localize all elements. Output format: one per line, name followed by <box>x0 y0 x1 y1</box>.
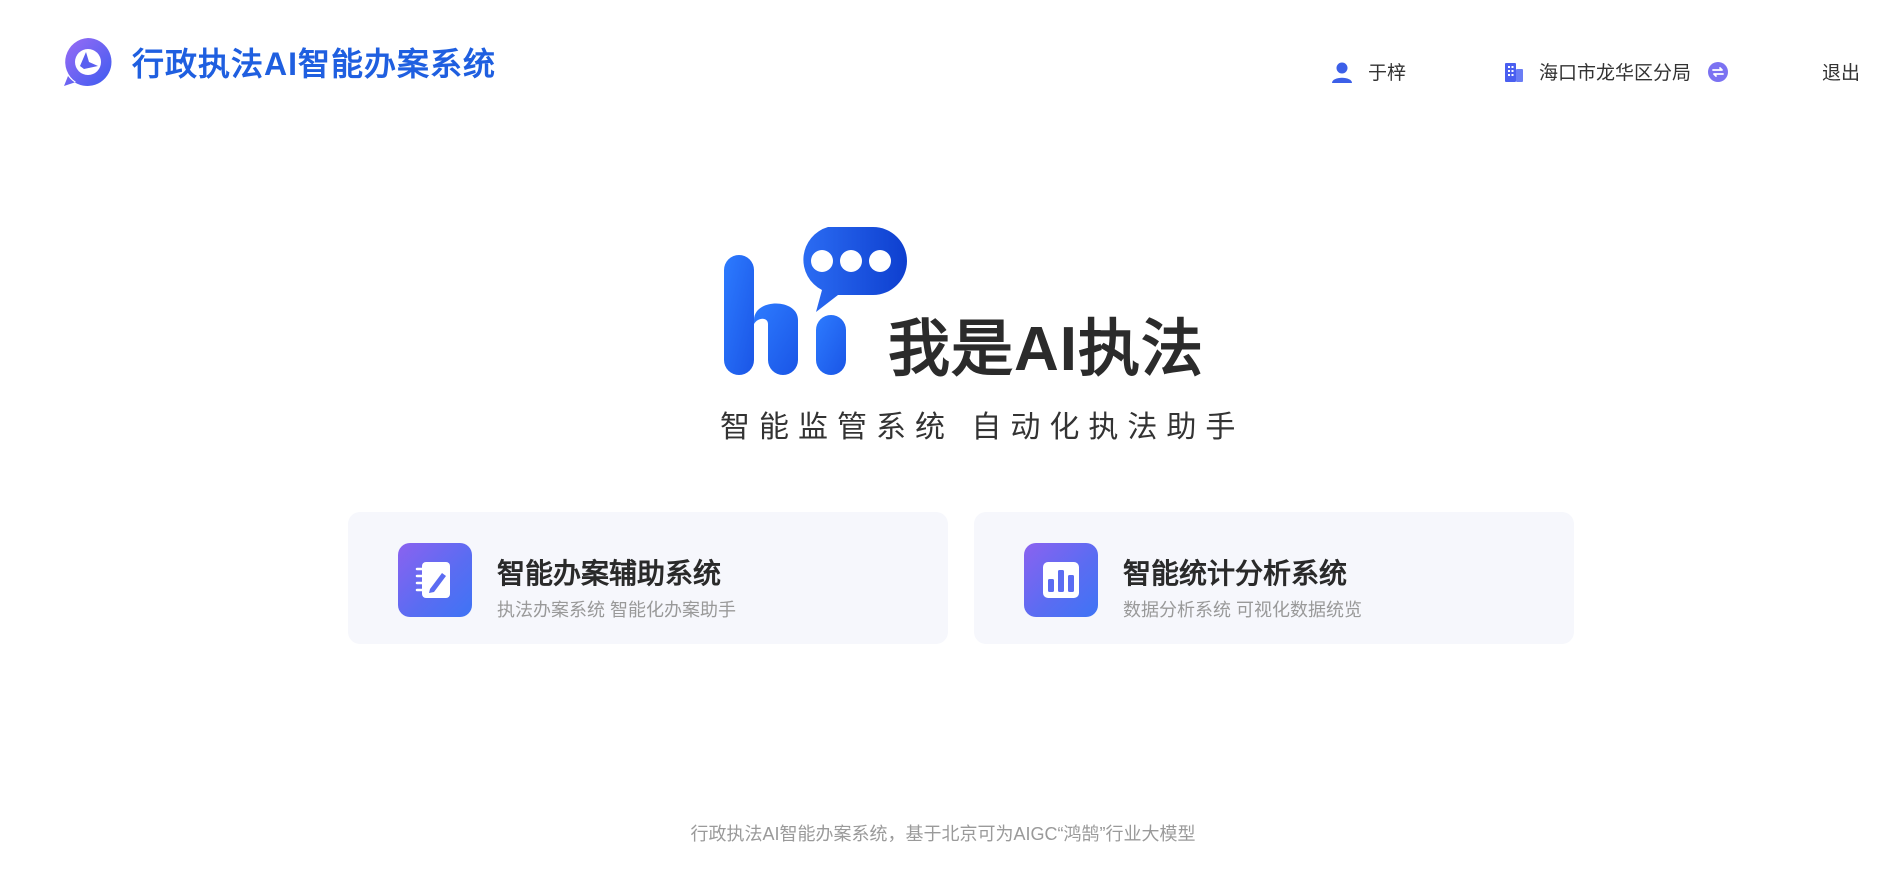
hi-chat-logo-icon <box>724 227 907 375</box>
card-description: 执法办案系统 智能化办案助手 <box>497 600 736 620</box>
hero-title: 我是AI执法 <box>888 315 1205 384</box>
card-title: 智能统计分析系统 <box>1123 558 1348 589</box>
switch-org-icon[interactable] <box>1707 61 1729 83</box>
user-info[interactable]: 于梓 <box>1330 58 1406 85</box>
card-title: 智能办案辅助系统 <box>497 558 722 589</box>
notebook-edit-icon <box>398 543 472 617</box>
case-assist-system-card[interactable]: 智能办案辅助系统 执法办案系统 智能化办案助手 <box>348 512 948 644</box>
footer-text: 行政执法AI智能办案系统，基于北京可为AIGC“鸿鹄”行业大模型 <box>690 824 1196 844</box>
logout-button[interactable]: 退出 <box>1822 58 1860 85</box>
org-name: 海口市龙华区分局 <box>1539 63 1692 84</box>
org-info: 海口市龙华区分局 <box>1503 58 1729 85</box>
stats-analysis-system-card[interactable]: 智能统计分析系统 数据分析系统 可视化数据统览 <box>974 512 1574 644</box>
card-description: 数据分析系统 可视化数据统览 <box>1123 600 1362 620</box>
user-icon <box>1332 62 1352 83</box>
top-header: 行政执法AI智能办案系统 于梓 海口市龙华区分局 退出 <box>0 0 1886 120</box>
app-logo-icon <box>64 38 112 86</box>
brand: 行政执法AI智能办案系统 <box>62 36 496 88</box>
user-name: 于梓 <box>1368 63 1407 84</box>
bar-chart-icon <box>1024 543 1098 617</box>
app-title: 行政执法AI智能办案系统 <box>132 46 497 82</box>
hero-subtitle: 智能监管系统 自动化执法助手 <box>720 411 1245 444</box>
building-icon <box>1505 62 1523 82</box>
